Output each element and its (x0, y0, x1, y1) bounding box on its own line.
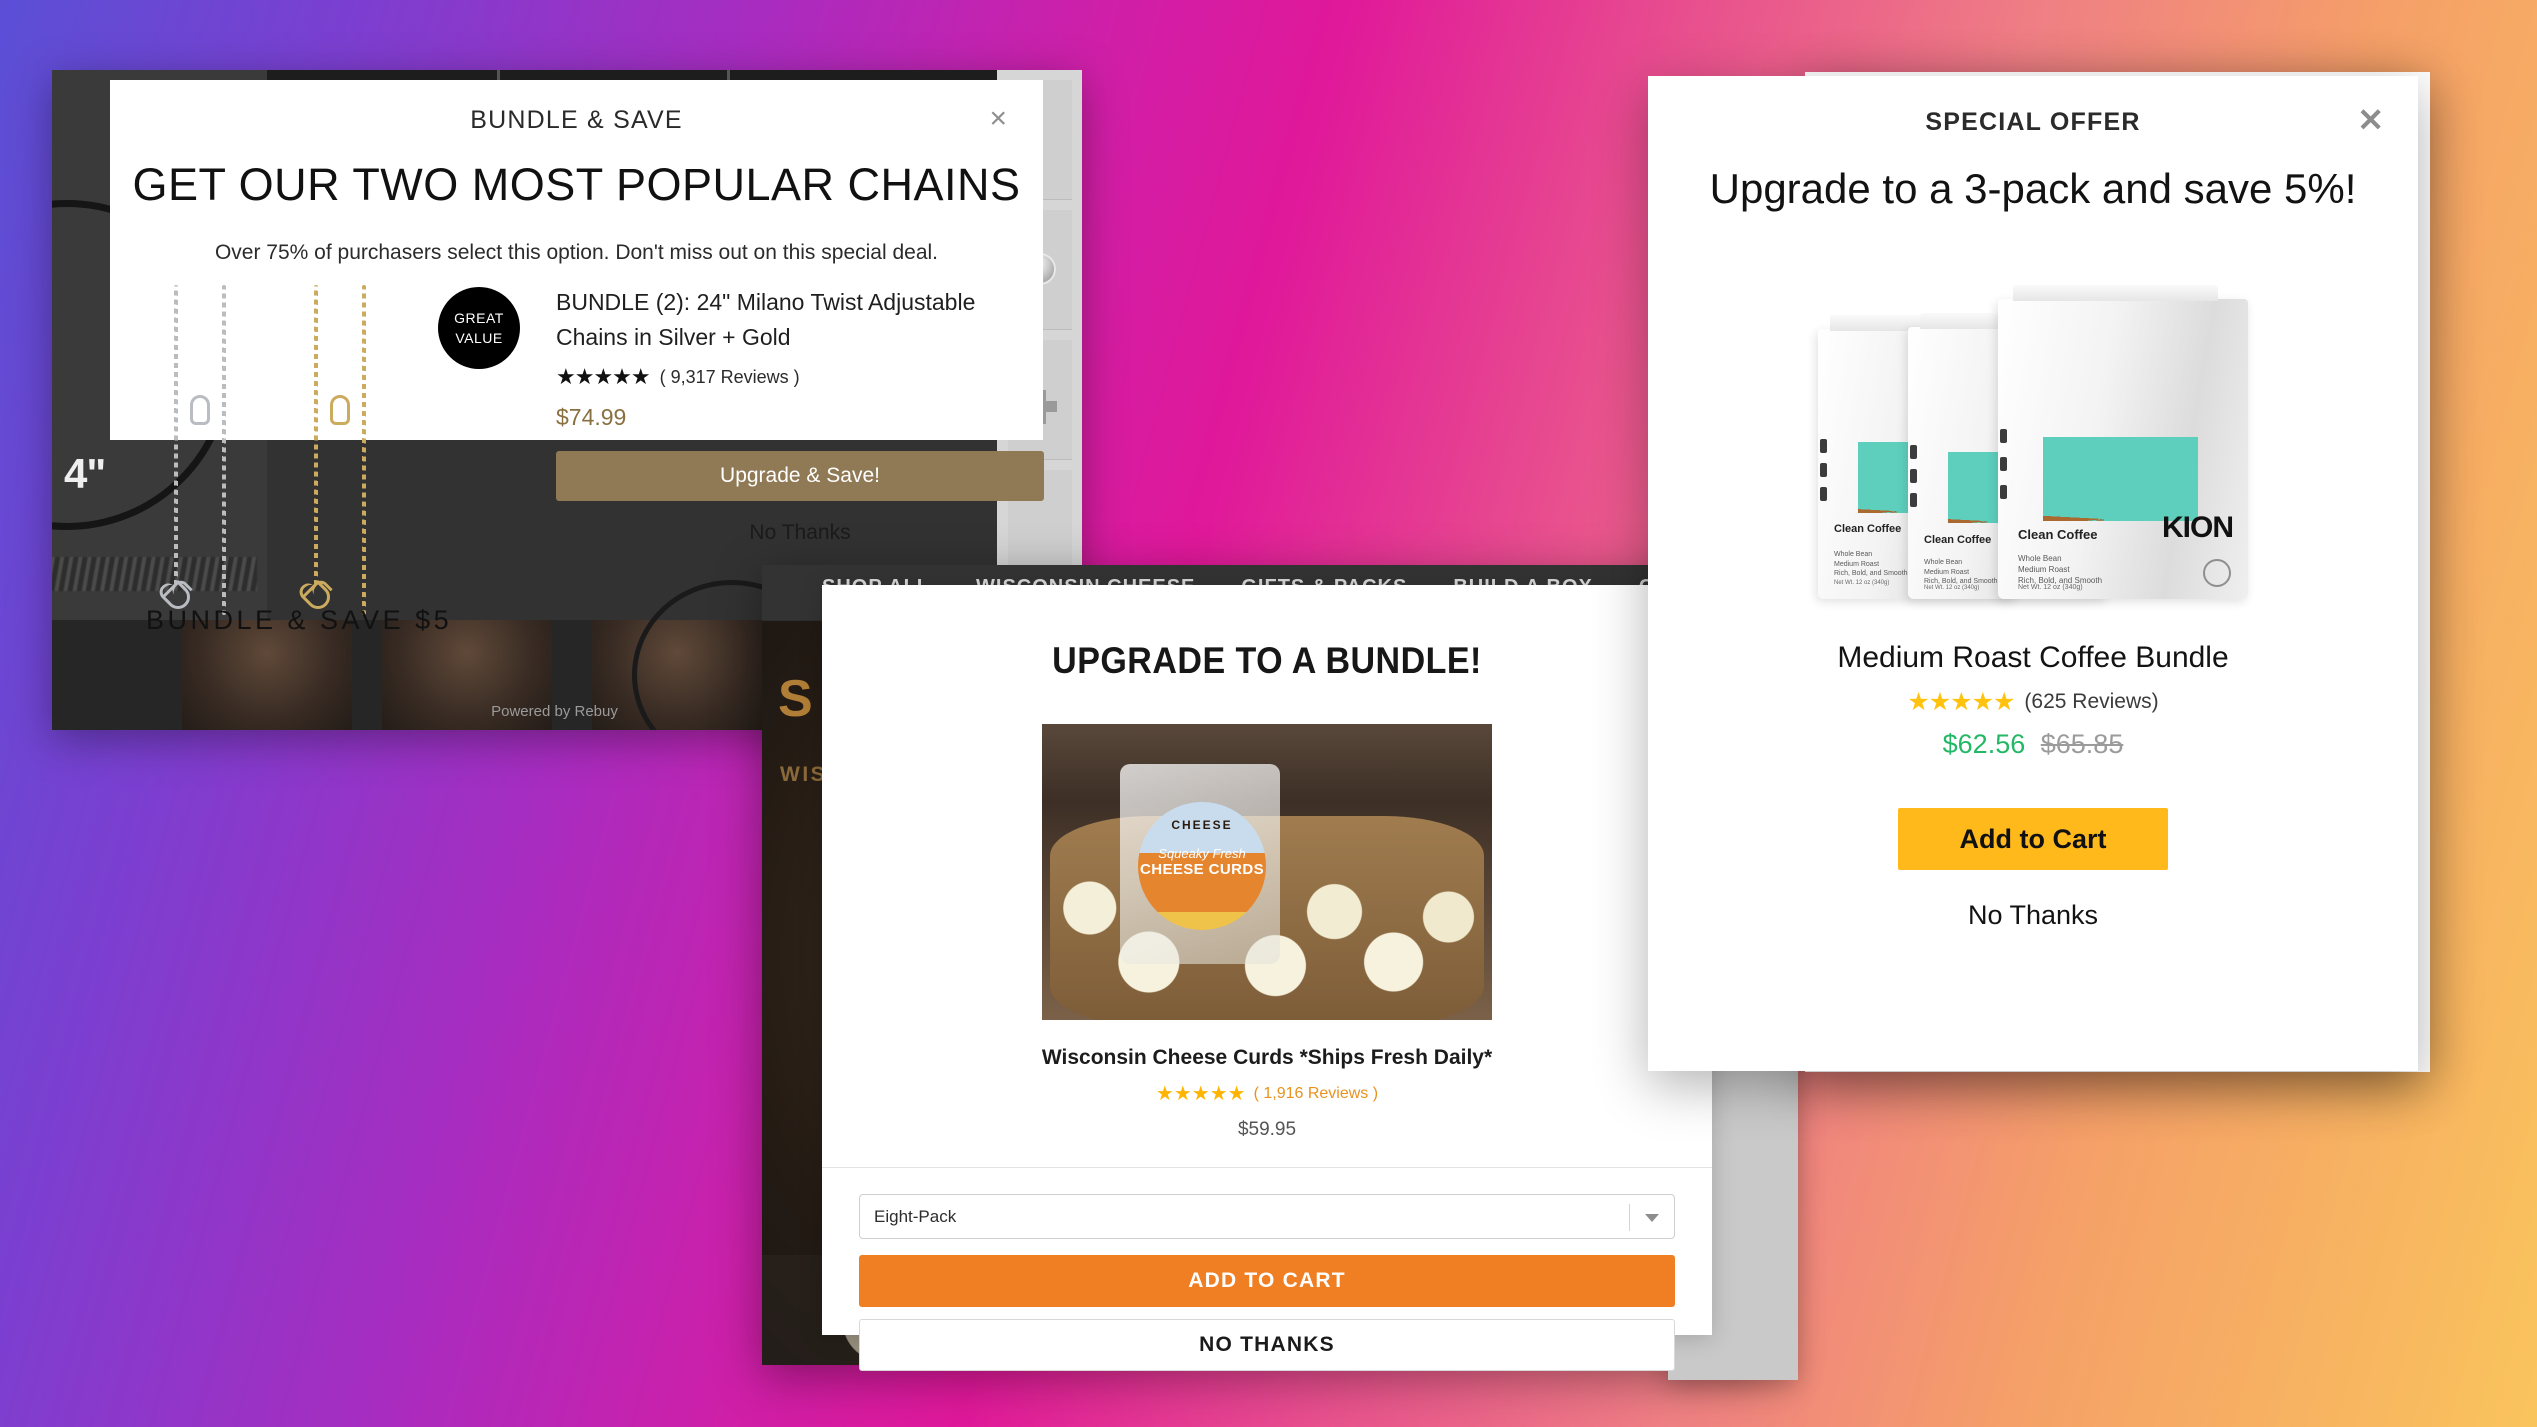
product-image: CHEESE Squeaky Fresh CHEESE CURDS (1042, 724, 1492, 1020)
product-label-graphic: CHEESE Squeaky Fresh CHEESE CURDS (1138, 802, 1266, 930)
upgrade-to-bundle-modal: × UPGRADE TO A BUNDLE! CHEESE Squeaky Fr… (822, 585, 1712, 1371)
gold-chain-graphic (296, 285, 406, 655)
bag-brand-logo: KION (2162, 511, 2234, 544)
label-name: CHEESE CURDS (1140, 861, 1264, 878)
bag-net-weight: Net Wt. 12 oz (340g) (2018, 584, 2083, 591)
great-value-badge: GREAT VALUE (438, 287, 520, 369)
product-price: $59.95 (1237, 1119, 1297, 1140)
product-image: Clean Coffee Whole Bean Medium Roast Rich,… (1818, 279, 2248, 599)
product-title: Wisconsin Cheese Curds *Ships Fresh Dail… (1041, 1046, 1493, 1069)
variant-select[interactable]: Eight-Pack (859, 1194, 1675, 1239)
bag-product-name: Clean Coffee (1924, 533, 1992, 546)
bundle-and-save-modal: × BUNDLE & SAVE GET OUR TWO MOST POPULAR… (110, 80, 1044, 635)
jewelry-length-label: 4" (64, 450, 106, 497)
product-title: Medium Roast Coffee Bundle (1837, 641, 2229, 674)
modal-headline: GET OUR TWO MOST POPULAR CHAINS (132, 159, 1021, 210)
special-offer-modal: ✕ SPECIAL OFFER Upgrade to a 3-pack and … (1648, 76, 2418, 1071)
no-thanks-link[interactable]: No Thanks (556, 521, 1044, 545)
product-price: $74.99 (556, 404, 627, 430)
badge-line-1: GREAT (454, 309, 504, 326)
modal-panel: × BUNDLE & SAVE GET OUR TWO MOST POPULAR… (110, 80, 1044, 635)
upgrade-and-save-button[interactable]: Upgrade & Save! (556, 451, 1044, 501)
no-thanks-link[interactable]: No Thanks (1648, 900, 2418, 931)
modal-headline: Upgrade to a 3-pack and save 5%! (1709, 165, 2357, 212)
no-thanks-button[interactable]: NO THANKS (859, 1319, 1675, 1371)
modal-eyebrow: SPECIAL OFFER (1925, 108, 2141, 136)
product-rating: ★★★★★ ( 9,317 Reviews ) (556, 364, 1044, 390)
label-script: Squeaky Fresh (1158, 846, 1246, 861)
original-price: $65.85 (2040, 729, 2124, 759)
sale-price: $62.56 (1942, 729, 2026, 759)
modal-controls: Eight-Pack ADD TO CART NO THANKS (822, 1168, 1712, 1371)
coffee-bag-graphic: KION Clean Coffee Whole Bean Medium Roast… (1998, 285, 2248, 599)
review-count: ( 1,916 Reviews ) (1253, 1084, 1379, 1102)
chevron-down-icon (1645, 1214, 1659, 1222)
product-image-caption: BUNDLE & SAVE $5 (146, 605, 453, 635)
product-rating: ★★★★★ ( 1,916 Reviews ) (822, 1081, 1712, 1106)
add-to-cart-button[interactable]: Add to Cart (1898, 808, 2168, 870)
review-count: (625 Reviews) (2024, 690, 2159, 713)
label-brand: CHEESE (1171, 818, 1233, 832)
silver-chain-graphic (156, 285, 266, 655)
review-count: ( 9,317 Reviews ) (659, 366, 800, 387)
close-icon[interactable]: ✕ (2357, 104, 2384, 136)
bag-product-name: Clean Coffee (2018, 527, 2098, 542)
product-image: BUNDLE & SAVE $5 (138, 285, 453, 705)
variant-select-value: Eight-Pack (874, 1206, 957, 1226)
usda-organic-icon (2202, 559, 2231, 587)
hero-initial: S (778, 670, 813, 728)
star-rating-icon: ★★★★★ (1907, 688, 2015, 716)
badge-line-2: VALUE (455, 330, 503, 346)
modal-subhead: Over 75% of purchasers select this optio… (214, 241, 939, 264)
select-divider (1629, 1204, 1630, 1231)
star-rating-icon: ★★★★★ (1155, 1083, 1246, 1105)
star-rating-icon: ★★★★★ (556, 364, 651, 389)
product-title: BUNDLE (2): 24" Milano Twist Adjustable … (556, 289, 976, 350)
product-detail-column: GREAT VALUE BUNDLE (2): 24" Milano Twist… (438, 285, 1084, 545)
product-pricing: $62.56 $65.85 (1648, 729, 2418, 760)
modal-eyebrow: BUNDLE & SAVE (470, 106, 683, 134)
bag-net-weight: Net Wt. 12 oz (340g) (1834, 580, 1890, 587)
product-rating: ★★★★★ (625 Reviews) (1648, 687, 2418, 717)
modal-headline: UPGRADE TO A BUNDLE! (1052, 640, 1482, 681)
close-icon[interactable]: × (989, 104, 1007, 134)
add-to-cart-button[interactable]: ADD TO CART (859, 1255, 1675, 1307)
bag-product-name: Clean Coffee (1834, 523, 1902, 536)
bag-net-weight: Net Wt. 12 oz (340g) (1924, 585, 1980, 592)
